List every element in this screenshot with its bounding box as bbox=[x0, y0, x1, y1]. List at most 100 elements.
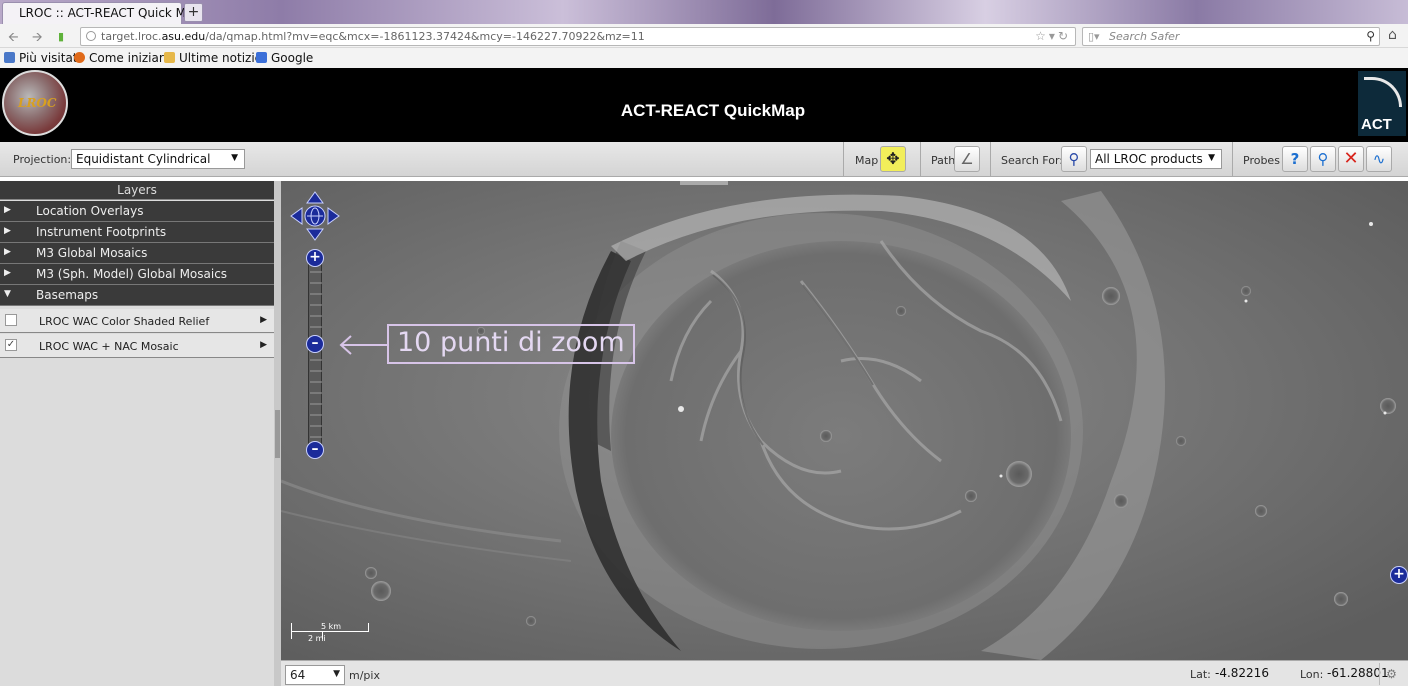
layer-group-label: Basemaps bbox=[36, 288, 99, 302]
chevron-right-icon[interactable]: ▶ bbox=[260, 340, 267, 350]
layer-group-location-overlays[interactable]: ▶ Location Overlays bbox=[0, 201, 274, 222]
probes-label: Probes bbox=[1243, 154, 1280, 167]
basemap-row-wac-nac[interactable]: ✓ LROC WAC + NAC Mosaic ▶ bbox=[0, 334, 274, 358]
lon-label: Lon: bbox=[1300, 668, 1324, 681]
search-products-select[interactable]: All LROC products ▼ bbox=[1090, 149, 1222, 169]
probe-profile-button[interactable]: ∿ bbox=[1366, 146, 1392, 172]
pan-tool-button[interactable]: ✥ bbox=[880, 146, 906, 172]
bookmark-label: Più visitati bbox=[19, 51, 81, 65]
probe-search-button[interactable]: ⚲ bbox=[1310, 146, 1336, 172]
pan-right-icon[interactable] bbox=[327, 207, 340, 225]
firefox-icon bbox=[74, 52, 85, 63]
forward-icon[interactable]: 🡪 bbox=[32, 28, 43, 50]
layer-group-m3-global-mosaics[interactable]: ▶ M3 Global Mosaics bbox=[0, 243, 274, 264]
bookmarks-bar: Più visitati Come iniziare Ultime notizi… bbox=[0, 48, 1408, 68]
search-placeholder: Search Safer bbox=[1109, 30, 1180, 43]
projection-select[interactable]: Equidistant Cylindrical ▼ bbox=[71, 149, 245, 169]
act-logo[interactable]: ACT bbox=[1358, 71, 1406, 136]
act-logo-swoosh bbox=[1364, 77, 1402, 107]
chevron-right-icon: ▶ bbox=[4, 226, 11, 236]
layer-group-m3-sph-model[interactable]: ▶ M3 (Sph. Model) Global Mosaics bbox=[0, 264, 274, 285]
chevron-down-icon: ▼ bbox=[231, 153, 238, 163]
toolbar-divider bbox=[1232, 142, 1233, 176]
chevron-down-icon: ▼ bbox=[1208, 153, 1215, 163]
bookmark-come-iniziare[interactable]: Come iniziare bbox=[74, 51, 171, 65]
browser-nav-bar: 🡨 🡪 ▮ target.lroc.asu.edu/da/qmap.html?m… bbox=[0, 24, 1408, 48]
home-icon[interactable]: ⌂ bbox=[1388, 27, 1397, 43]
splitter-grip[interactable] bbox=[275, 410, 280, 458]
path-tool-button[interactable]: ∠ bbox=[954, 146, 980, 172]
lunar-surface-image bbox=[281, 181, 1408, 660]
status-bar: 64 ▼ m/pix Lat: -4.82216 Lon: -61.28801 … bbox=[281, 660, 1408, 686]
layer-group-label: Location Overlays bbox=[36, 204, 144, 218]
app-header: LROC ACT-REACT QuickMap ACT bbox=[0, 68, 1408, 142]
layer-group-label: M3 (Sph. Model) Global Mosaics bbox=[36, 267, 228, 281]
scale-mi: 2 mi bbox=[308, 634, 326, 643]
basemap-checkbox[interactable] bbox=[5, 314, 17, 326]
app-title: ACT-REACT QuickMap bbox=[620, 101, 806, 120]
chevron-right-icon[interactable]: ▶ bbox=[260, 315, 267, 325]
search-tool-button[interactable]: ⚲ bbox=[1061, 146, 1087, 172]
layer-group-basemaps[interactable]: ▼ Basemaps bbox=[0, 285, 274, 306]
url-bar[interactable]: target.lroc.asu.edu/da/qmap.html?mv=eqc&… bbox=[80, 27, 1076, 46]
basemap-label: LROC WAC + NAC Mosaic bbox=[39, 340, 179, 353]
chevron-right-icon: ▶ bbox=[4, 268, 11, 278]
url-path: /da/qmap.html?mv=eqc&mcx=-1861123.37424&… bbox=[205, 30, 645, 43]
question-pin-icon: ? bbox=[1290, 150, 1300, 168]
lat-value: -4.82216 bbox=[1215, 666, 1269, 680]
basemap-label: LROC WAC Color Shaded Relief bbox=[39, 315, 210, 328]
tab-title: LROC :: ACT-REACT Quick Map bbox=[19, 6, 202, 20]
zoom-track[interactable] bbox=[308, 259, 322, 451]
chevron-down-icon: ▼ bbox=[4, 289, 11, 299]
chevron-down-icon: ▼ bbox=[333, 669, 340, 679]
expand-panel-button[interactable]: + bbox=[1390, 566, 1408, 584]
browser-tab[interactable]: LROC :: ACT-REACT Quick Map bbox=[2, 2, 201, 24]
probe-info-button[interactable]: ? bbox=[1282, 146, 1308, 172]
layer-group-label: Instrument Footprints bbox=[36, 225, 167, 239]
bookmark-piu-visitati[interactable]: Più visitati bbox=[4, 51, 81, 65]
bookmark-icon bbox=[4, 52, 15, 63]
pan-up-icon[interactable] bbox=[306, 191, 324, 204]
url-host: asu.edu bbox=[161, 30, 206, 43]
layer-group-instrument-footprints[interactable]: ▶ Instrument Footprints bbox=[0, 222, 274, 243]
new-tab-button[interactable]: + bbox=[184, 3, 203, 22]
bookmark-ultime-notizie[interactable]: Ultime notizie bbox=[164, 51, 262, 65]
pan-down-icon[interactable] bbox=[306, 228, 324, 241]
search-for-label: Search For: bbox=[1001, 154, 1063, 167]
pan-control[interactable] bbox=[290, 191, 340, 241]
bookmark-star-icon[interactable]: ☆▾↻ bbox=[1035, 29, 1071, 43]
toolbar-divider bbox=[843, 142, 844, 176]
zoom-out-button[interactable]: – bbox=[306, 441, 324, 459]
basemap-checkbox[interactable]: ✓ bbox=[5, 339, 17, 351]
top-collapse-handle[interactable] bbox=[680, 181, 728, 185]
zoom-in-button[interactable]: + bbox=[306, 249, 324, 267]
probe-clear-button[interactable]: ✕ bbox=[1338, 146, 1364, 172]
zoom-handle[interactable]: – bbox=[306, 335, 324, 353]
close-icon: ✕ bbox=[1343, 148, 1359, 169]
lat-label: Lat: bbox=[1190, 668, 1211, 681]
resolution-select[interactable]: 64 ▼ bbox=[285, 665, 345, 685]
toolbar-divider bbox=[990, 142, 991, 176]
search-input[interactable]: ▯▾ Search Safer ⚲ bbox=[1082, 27, 1380, 46]
bookmark-google[interactable]: Google bbox=[256, 51, 313, 65]
search-products-value: All LROC products bbox=[1095, 152, 1203, 166]
map-view[interactable]: + – – 10 punti di zoom 5 km 2 mi + bbox=[281, 181, 1408, 660]
back-icon[interactable]: 🡨 bbox=[8, 28, 19, 50]
projection-value: Equidistant Cylindrical bbox=[76, 152, 211, 166]
search-engine-icon[interactable]: ▯▾ bbox=[1088, 30, 1100, 43]
search-icon[interactable]: ⚲ bbox=[1366, 29, 1375, 43]
projection-label: Projection: bbox=[13, 153, 72, 166]
basemap-row-wac-color[interactable]: LROC WAC Color Shaded Relief ▶ bbox=[0, 309, 274, 333]
layers-panel: Layers ▶ Location Overlays ▶ Instrument Fo… bbox=[0, 181, 274, 686]
chevron-right-icon: ▶ bbox=[4, 205, 11, 215]
site-identity-icon[interactable] bbox=[86, 31, 96, 41]
pan-left-icon[interactable] bbox=[290, 207, 303, 225]
rss-folder-icon bbox=[164, 52, 175, 63]
gear-icon[interactable]: ⚙ bbox=[1379, 663, 1403, 685]
layer-group-label: M3 Global Mosaics bbox=[36, 246, 148, 260]
layers-header: Layers bbox=[0, 181, 274, 200]
zoom-slider[interactable]: + – – bbox=[306, 249, 324, 459]
chart-line-icon: ∿ bbox=[1372, 150, 1386, 168]
annotation-arrow bbox=[339, 335, 387, 355]
browser-tab-bar: LROC :: ACT-REACT Quick Map + bbox=[0, 0, 1408, 24]
